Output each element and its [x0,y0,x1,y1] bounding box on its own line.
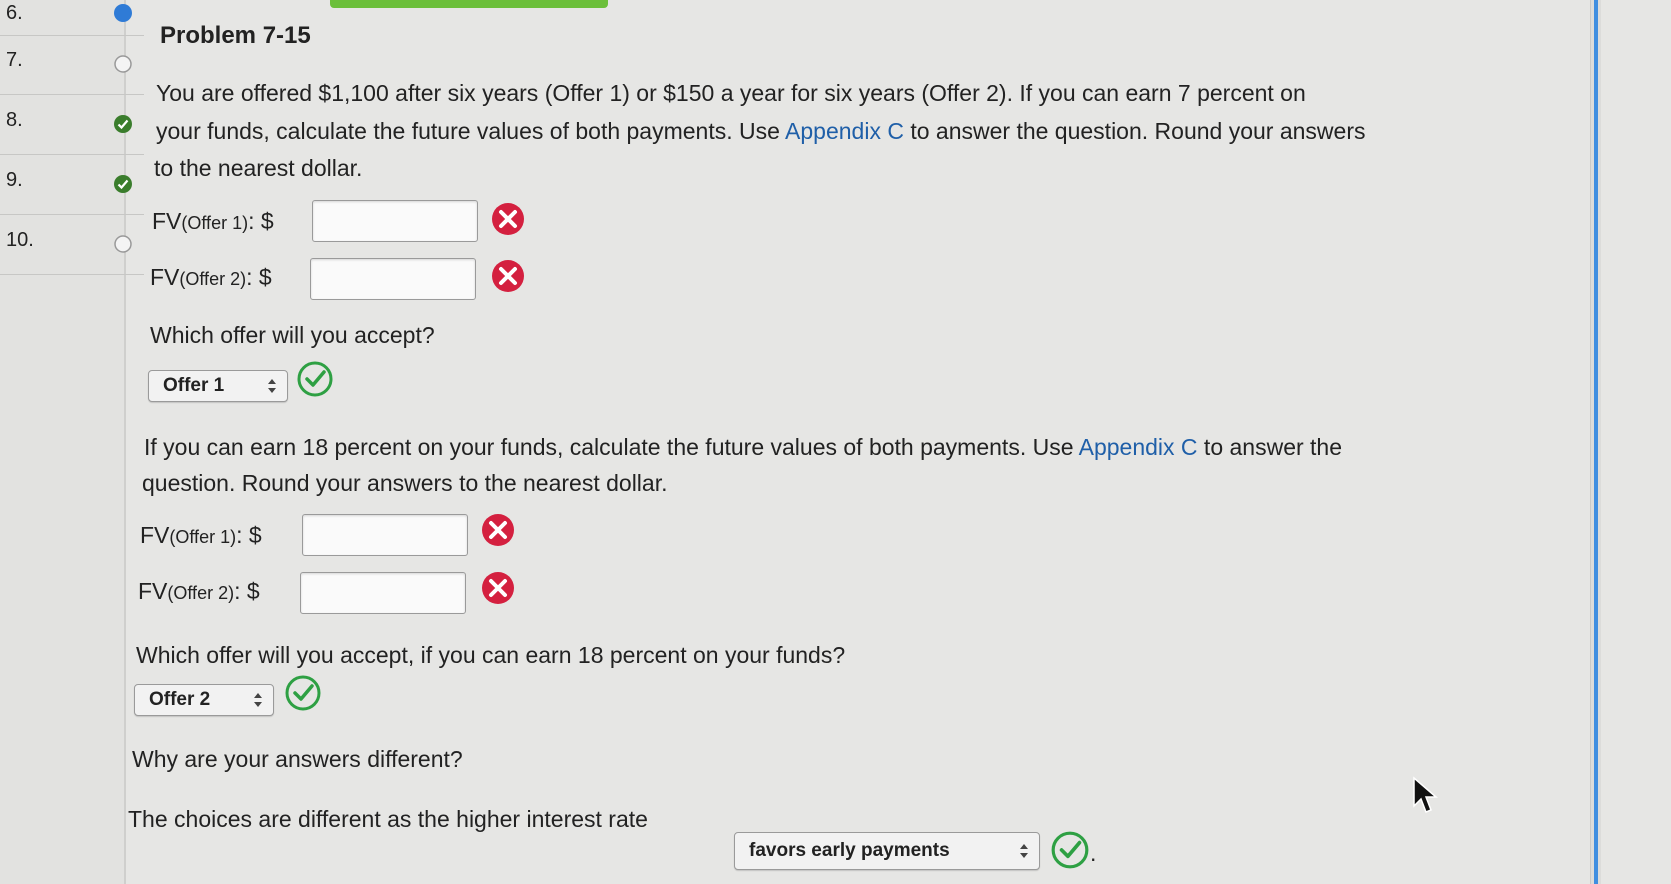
correct-check-icon [285,675,321,711]
fv-sub-label: (Offer 2) [167,583,235,603]
incorrect-x-icon [482,572,514,604]
appendix-c-link[interactable]: Appendix C [1079,434,1198,460]
incorrect-x-icon [482,514,514,546]
fv-offer2-input-18pct[interactable] [300,572,466,614]
select-value: favors early payments [749,840,950,861]
intro-text-line3: to the nearest dollar. [154,155,363,181]
conclusion-sentence: The choices are different as the higher … [128,806,648,832]
select-arrows-icon [268,379,276,393]
fv-offer1-input-18pct[interactable] [302,514,468,556]
offer-select-18pct[interactable]: Offer 2 [134,684,274,716]
part2-text: to answer the [1197,434,1343,460]
intro-text: your funds, calculate the future values … [156,118,786,144]
problem-title: Problem 7-15 [160,22,311,49]
why-different-question: Why are your answers different? [132,746,463,772]
fv-suffix: : $ [246,264,272,290]
fv-offer2-label: FV(Offer 2): $ [150,264,272,291]
appendix-c-link[interactable]: Appendix C [785,118,904,144]
fv-suffix: : $ [248,208,274,234]
mouse-cursor-icon [1413,776,1438,813]
part2-text-line1: If you can earn 18 percent on your funds… [144,434,1342,461]
incorrect-x-icon [492,203,524,235]
select-arrows-icon [254,693,262,707]
fv-suffix: : $ [234,578,260,604]
fv-offer1-input-7pct[interactable] [312,200,478,242]
reason-select[interactable]: favors early payments [734,832,1040,870]
sentence-period: . [1090,840,1097,866]
fv-label: FV [150,264,180,290]
part2-text-line2: question. Round your answers to the near… [142,470,668,496]
incorrect-x-icon [492,260,524,292]
fv-offer2-input-7pct[interactable] [310,258,476,300]
select-value: Offer 1 [163,375,225,396]
fv-sub-label: (Offer 1) [169,527,237,547]
offer-question-1: Which offer will you accept? [150,322,435,348]
fv-label: FV [152,208,182,234]
fv-offer1-label: FV(Offer 1): $ [152,208,274,235]
fv-sub-label: (Offer 1) [181,213,249,233]
intro-text: to answer the question. Round your answe… [903,118,1366,144]
correct-check-icon [1051,831,1089,869]
fv-label: FV [138,578,168,604]
offer-question-2: Which offer will you accept, if you can … [136,642,846,668]
fv-offer2-label-18pct: FV(Offer 2): $ [138,578,260,605]
fv-label: FV [140,522,170,548]
intro-text-line1: You are offered $1,100 after six years (… [156,80,1306,106]
fv-offer1-label-18pct: FV(Offer 1): $ [140,522,262,549]
fv-suffix: : $ [236,522,262,548]
select-value: Offer 2 [149,689,211,710]
problem-content: Problem 7-15 You are offered $1,100 afte… [0,0,1671,884]
offer-select-7pct[interactable]: Offer 1 [148,370,288,402]
select-arrows-icon [1020,844,1028,858]
fv-sub-label: (Offer 2) [179,269,247,289]
part2-text: If you can earn 18 percent on your funds… [144,434,1079,460]
intro-text-line2: your funds, calculate the future values … [156,118,1366,145]
correct-check-icon [297,361,333,397]
